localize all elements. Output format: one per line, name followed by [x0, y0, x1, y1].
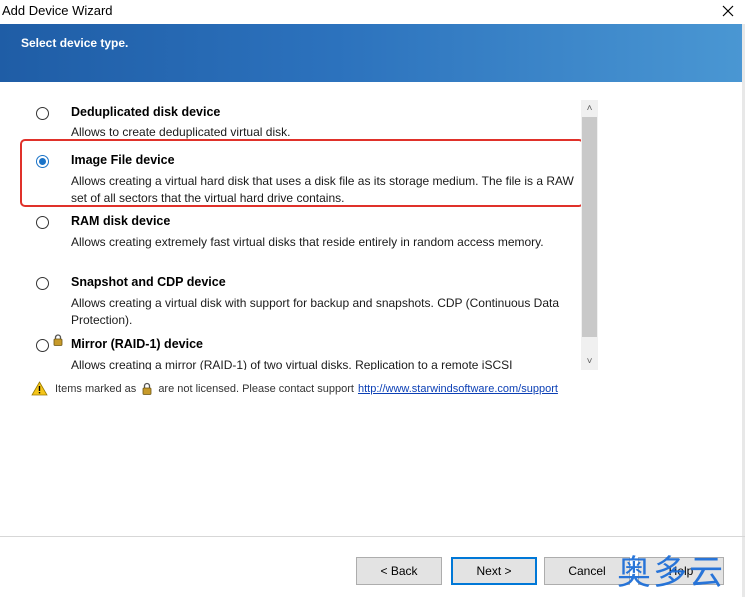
item-title: RAM disk device — [71, 214, 171, 228]
scroll-up-button[interactable]: ˄ — [581, 100, 598, 116]
title-bar: Add Device Wizard — [0, 0, 745, 24]
item-description: Allows creating a virtual disk with supp… — [71, 296, 560, 327]
back-button-label: < Back — [380, 564, 418, 578]
back-button[interactable]: < Back — [356, 557, 442, 585]
item-title: Mirror (RAID-1) device — [71, 337, 203, 351]
close-button[interactable] — [711, 0, 745, 24]
item-description: Allows to create deduplicated virtual di… — [71, 125, 291, 139]
lock-icon — [53, 334, 63, 349]
window-title: Add Device Wizard — [2, 3, 113, 18]
list-item-snapshot-cdp[interactable]: Snapshot and CDP device Allows creating … — [24, 266, 582, 328]
item-description: Allows creating a virtual hard disk that… — [71, 174, 574, 205]
list-item-mirror[interactable]: Mirror (RAID-1) device Allows creating a… — [24, 328, 582, 370]
item-title: Deduplicated disk device — [71, 105, 221, 119]
scroll-down-button[interactable]: ˅ — [581, 353, 598, 369]
footer-divider — [0, 536, 745, 537]
radio-snapshot-cdp[interactable] — [36, 277, 49, 290]
notice-text-before: Items marked as — [55, 383, 137, 395]
item-description: Allows creating extremely fast virtual d… — [71, 235, 544, 249]
next-button-label: Next > — [476, 564, 512, 578]
device-type-list: Deduplicated disk device Allows to creat… — [24, 100, 582, 370]
list-item-image-file[interactable]: Image File device Allows creating a virt… — [24, 144, 582, 206]
support-link[interactable]: http://www.starwindsoftware.com/support — [358, 383, 558, 395]
list-item-ram-disk[interactable]: RAM disk device Allows creating extremel… — [24, 205, 582, 267]
next-button[interactable]: Next > — [451, 557, 537, 585]
list-item-deduplicated[interactable]: Deduplicated disk device Allows to creat… — [24, 100, 582, 144]
radio-deduplicated[interactable] — [36, 107, 49, 120]
radio-mirror[interactable] — [36, 339, 49, 352]
lock-icon — [142, 382, 152, 396]
warning-icon — [31, 381, 49, 397]
header-banner: Select device type. — [0, 24, 745, 82]
radio-image-file[interactable] — [36, 155, 49, 168]
notice-text-after: are not licensed. Please contact support — [158, 383, 354, 395]
radio-ram-disk[interactable] — [36, 216, 49, 229]
page-heading: Select device type. — [21, 36, 129, 50]
cancel-button-label: Cancel — [568, 564, 606, 578]
list-scrollbar[interactable]: ˄ ˅ — [581, 100, 598, 370]
chevron-down-icon: ˅ — [586, 355, 593, 367]
chevron-up-icon: ˄ — [586, 102, 593, 114]
item-description: Allows creating a mirror (RAID-1) of two… — [71, 358, 513, 370]
item-title: Snapshot and CDP device — [71, 275, 226, 289]
watermark-logo: 奥多云 — [617, 553, 725, 593]
license-notice: Items marked as are not licensed. Please… — [31, 379, 558, 399]
scrollbar-thumb[interactable] — [582, 117, 597, 337]
item-title: Image File device — [71, 153, 175, 167]
close-icon — [722, 5, 734, 20]
